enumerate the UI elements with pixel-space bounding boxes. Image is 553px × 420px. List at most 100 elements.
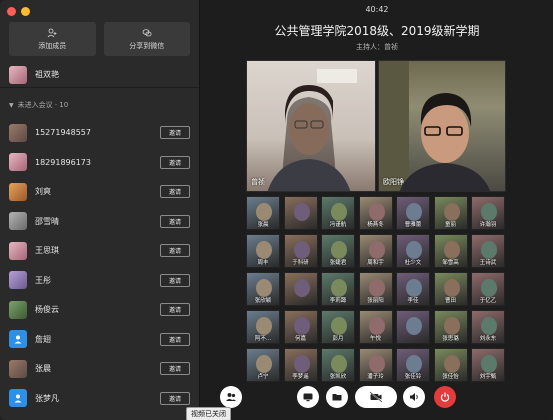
camera-toggle-button[interactable] (355, 386, 397, 408)
tile-name: 刘宇甄 (479, 374, 497, 380)
invite-button[interactable]: 邀请 (160, 155, 190, 169)
participant-tile[interactable]: 彭月 (321, 310, 355, 344)
avatar (9, 300, 27, 319)
host-participant-row[interactable]: 祖双艳 (0, 62, 199, 88)
participant-tile[interactable]: 于亿乙 (471, 272, 505, 306)
participant-tile[interactable]: 张佳怡 (433, 348, 468, 382)
participant-tile[interactable]: 曹雅蕾 (396, 196, 430, 230)
participant-tile[interactable]: 阿不... (246, 310, 280, 344)
participant-tile[interactable]: 张凯欣 (321, 348, 355, 382)
sidebar-actions: 添加成员 分享到微信 (9, 22, 190, 56)
participant-tile[interactable]: 李佳 (396, 272, 430, 306)
participants-button[interactable] (220, 386, 242, 408)
participant-tile[interactable]: 张佳铃 (396, 348, 430, 382)
participant-name: 张梦凡 (35, 393, 59, 403)
participant-tile[interactable] (283, 196, 318, 230)
participant-thumbnail (368, 317, 385, 335)
participant-tile[interactable]: 何嘉 (283, 310, 318, 344)
participant-video-grid: 张晨 冯谨航 杨燕冬 曹雅蕾 童丽 许瀚羽 周丰 于科研 张婕君 周和宇 杜少文 邹雪高 王诗武 张欣颖李… (246, 196, 508, 382)
invite-button[interactable]: 邀请 (160, 126, 190, 140)
participant-thumbnail (368, 203, 385, 221)
participant-tile[interactable]: 杜少文 (396, 234, 430, 268)
audio-button[interactable] (403, 386, 425, 408)
close-window-button[interactable] (7, 7, 16, 16)
participant-tile[interactable]: 张欣颖 (246, 272, 280, 306)
participant-thumbnail (443, 203, 460, 221)
participant-tile[interactable]: 刘永东 (471, 310, 505, 344)
video-tile-main[interactable]: 曾祯 (246, 60, 376, 192)
share-wechat-button[interactable]: 分享到微信 (103, 22, 190, 56)
tile-name: 曹雅蕾 (404, 222, 422, 228)
list-item[interactable]: 张晨 邀请 (0, 354, 199, 384)
tile-name: 李莉蹲 (329, 298, 347, 304)
participant-tile[interactable]: 张思璐 (433, 310, 468, 344)
add-user-icon (47, 28, 57, 37)
participant-tile[interactable]: 曹田 (433, 272, 468, 306)
participant-tile[interactable]: 童丽 (433, 196, 468, 230)
invite-button[interactable]: 邀请 (160, 185, 190, 199)
participant-tile[interactable]: 刘宇甄 (471, 348, 505, 382)
participant-tile[interactable]: 周和宇 (358, 234, 393, 268)
participant-thumbnail (293, 203, 310, 221)
participant-name: 詹翅 (35, 334, 51, 344)
invite-button[interactable]: 邀请 (160, 332, 190, 346)
list-item[interactable]: 王思琪 邀请 (0, 236, 199, 266)
avatar (9, 359, 27, 378)
list-item[interactable]: 杨俊云 邀请 (0, 295, 199, 325)
tile-name: 童丽 (444, 222, 456, 228)
participant-tile[interactable]: 王诗武 (471, 234, 505, 268)
participant-thumbnail (256, 279, 272, 297)
invite-button[interactable]: 邀请 (160, 273, 190, 287)
list-item[interactable]: 18291896173 邀请 (0, 148, 199, 178)
participant-thumbnail (293, 241, 310, 259)
participant-thumbnail (256, 355, 272, 373)
speaker-video-image (267, 69, 357, 191)
participant-tile[interactable]: 许瀚羽 (471, 196, 505, 230)
participant-tile[interactable]: 张晨 (246, 196, 280, 230)
add-member-button[interactable]: 添加成员 (9, 22, 96, 56)
invite-button[interactable]: 邀请 (160, 244, 190, 258)
invite-button[interactable]: 邀请 (160, 391, 190, 405)
list-item[interactable]: 詹翅 邀请 (0, 325, 199, 355)
participant-tile[interactable]: 潘子玲 (358, 348, 393, 382)
list-item[interactable]: 王彤 邀请 (0, 266, 199, 296)
participant-tile[interactable]: 午悦 (358, 310, 393, 344)
participant-thumbnail (293, 279, 310, 297)
participant-tile[interactable]: 李梦遥 (283, 348, 318, 382)
tile-name: 张丽阳 (367, 298, 384, 304)
tile-name: 张晨 (257, 222, 269, 228)
invite-button[interactable]: 邀请 (160, 214, 190, 228)
participant-tile[interactable]: 李莉蹲 (321, 272, 355, 306)
minimize-window-button[interactable] (21, 7, 30, 16)
invite-button[interactable]: 邀请 (160, 303, 190, 317)
participant-thumbnail (443, 355, 460, 373)
tile-name: 何嘉 (294, 336, 306, 342)
participant-tile[interactable]: 邹雪高 (433, 234, 468, 268)
list-item[interactable]: 邵雪晴 邀请 (0, 207, 199, 237)
tile-name: 周丰 (257, 260, 269, 266)
screen-share-button[interactable] (297, 386, 319, 408)
list-item[interactable]: 15271948557 邀请 (0, 118, 199, 148)
participant-tile[interactable]: 张丽阳 (358, 272, 393, 306)
not-joined-section-header[interactable]: ▼ 未进入会议 · 10 (9, 100, 68, 110)
tile-name: 潘子玲 (367, 374, 384, 380)
video-tile-second[interactable]: 欧阳铮 (378, 60, 506, 192)
invite-button[interactable]: 邀请 (160, 362, 190, 376)
files-button[interactable] (326, 386, 348, 408)
leave-meeting-button[interactable] (434, 386, 456, 408)
participant-thumbnail (406, 317, 422, 335)
participant-tile[interactable] (396, 310, 430, 344)
participant-tile[interactable]: 卢宁 (246, 348, 280, 382)
participant-tile[interactable] (283, 272, 318, 306)
participant-thumbnail (406, 241, 422, 259)
participant-name: 张晨 (35, 364, 51, 374)
participant-tile[interactable]: 杨燕冬 (358, 196, 393, 230)
participant-tile[interactable]: 冯谨航 (321, 196, 355, 230)
participant-tile[interactable]: 张婕君 (321, 234, 355, 268)
participant-tile[interactable]: 于科研 (283, 234, 318, 268)
list-item[interactable]: 张梦凡 邀请 (0, 384, 199, 414)
list-item[interactable]: 刘爽 邀请 (0, 177, 199, 207)
participant-thumbnail (331, 317, 347, 335)
participant-tile[interactable]: 周丰 (246, 234, 280, 268)
tile-name: 于亿乙 (479, 298, 497, 304)
